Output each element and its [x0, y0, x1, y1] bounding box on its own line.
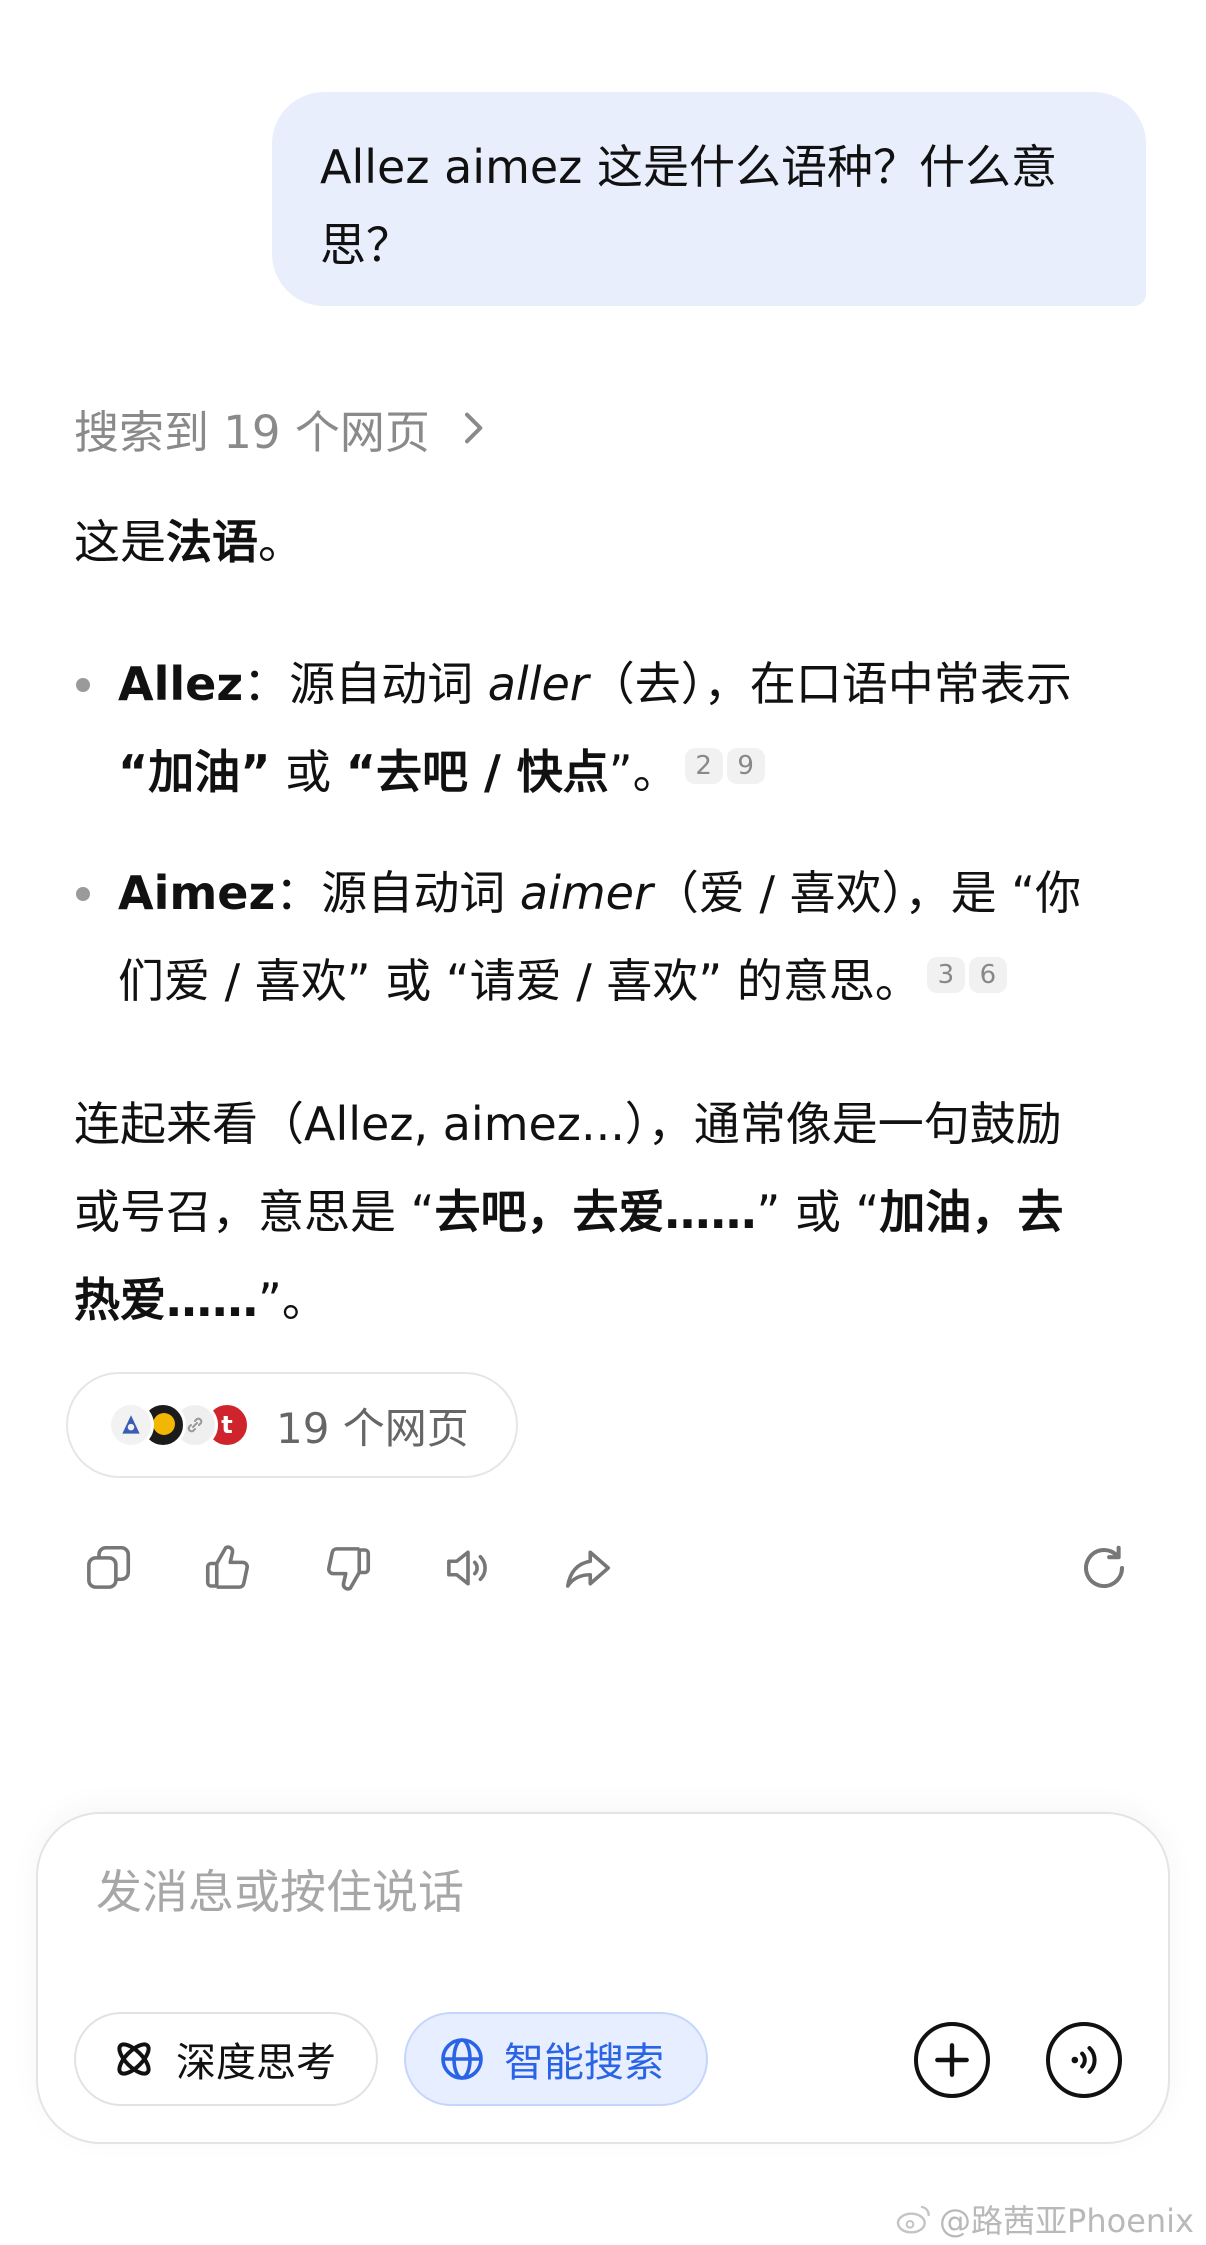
weibo-logo-icon [896, 2205, 930, 2234]
bullet-connector: 或 [270, 745, 346, 799]
sources-button[interactable]: t 19 个网页 [66, 1372, 518, 1478]
smart-search-label: 智能搜索 [504, 2040, 664, 2086]
bullet-separator: ：源自动词 [275, 866, 520, 920]
message-input[interactable] [94, 1862, 1054, 1922]
dislike-button[interactable] [316, 1536, 380, 1600]
conclusion-meaning: 去吧，去爱…… [434, 1185, 757, 1239]
quote-open: “ [345, 745, 376, 799]
sources-count-label: 19 个网页 [276, 1403, 469, 1453]
bullet-dot [76, 678, 90, 692]
smart-search-toggle[interactable]: 智能搜索 [404, 2012, 708, 2106]
bullet-line: 们爱 / 喜欢” 或 “请爱 / 喜欢” 的意思。 3 6 [118, 937, 1134, 1025]
bullet-verb: aller [487, 657, 589, 711]
voice-wave-icon [1071, 2046, 1097, 2074]
copy-icon [87, 1545, 131, 1589]
bullet-verb: aimer [519, 866, 653, 920]
conclusion-meaning: 加油，去 [879, 1185, 1064, 1239]
bullet-meaning: 去吧 / 快点 [375, 745, 609, 799]
citation-badge[interactable]: 6 [968, 957, 1007, 993]
share-button[interactable] [556, 1536, 620, 1600]
answer-bullet-allez: Allez：源自动词 aller（去），在口语中常表示 “加油” 或 “去吧 /… [74, 640, 1134, 816]
deep-think-label: 深度思考 [176, 2040, 336, 2086]
bullet-line: Aimez：源自动词 aimer（爱 / 喜欢），是 “你 [118, 849, 1134, 937]
message-composer: 深度思考 智能搜索 [36, 1812, 1170, 2144]
thumbs-down-icon [327, 1547, 371, 1591]
copy-button[interactable] [76, 1536, 140, 1600]
plus-icon [935, 2043, 969, 2077]
bullet-text: （去），在口语中常表示 [588, 657, 1072, 711]
answer-intro-suffix: 。 [258, 515, 304, 569]
answer-intro: 这是法语。 [74, 498, 1134, 586]
chevron-right-icon [452, 408, 492, 448]
answer-intro-prefix: 这是 [74, 515, 166, 569]
conclusion-line: 连起来看（Allez, aimez...），通常像是一句鼓励 [74, 1097, 1062, 1151]
conclusion-text: ” 或 “ [756, 1185, 880, 1239]
answer-conclusion: 连起来看（Allez, aimez...），通常像是一句鼓励 或号召，意思是 “… [74, 1080, 1134, 1344]
read-aloud-button[interactable] [436, 1536, 500, 1600]
watermark-text: @路茜亚Phoenix [939, 2202, 1194, 2240]
chat-screen: Allez aimez 这是什么语种？什么意 思？ 搜索到 19 个网页 这是法… [0, 0, 1206, 2245]
quote-open: “ [118, 745, 149, 799]
bullet-meaning: 加油 [148, 745, 241, 799]
regenerate-icon [1084, 1545, 1125, 1589]
citation-badge[interactable]: 3 [926, 957, 965, 993]
voice-input-button[interactable] [1046, 2022, 1122, 2098]
conclusion-text: 或号召，意思是 “ [74, 1185, 435, 1239]
regenerate-button[interactable] [1072, 1536, 1136, 1600]
share-icon [565, 1550, 611, 1588]
answer-bullet-aimez: Aimez：源自动词 aimer（爱 / 喜欢），是 “你 们爱 / 喜欢” 或… [74, 849, 1134, 1025]
user-message-bubble: Allez aimez 这是什么语种？什么意 思？ [272, 92, 1146, 306]
user-message-line-1: Allez aimez 这是什么语种？什么意 [320, 140, 1057, 194]
conclusion-line: 热爱……”。 [74, 1256, 1134, 1344]
citation-badge[interactable]: 9 [726, 748, 765, 784]
globe-icon [441, 2038, 483, 2080]
bullet-line: “加油” 或 “去吧 / 快点”。 2 9 [118, 728, 1134, 816]
bullet-text: （爱 / 喜欢），是 “你 [652, 866, 1082, 920]
bullet-line: Allez：源自动词 aller（去），在口语中常表示 [118, 640, 1134, 728]
message-actions [76, 1536, 1136, 1600]
speaker-icon [447, 1550, 487, 1586]
like-button[interactable] [196, 1536, 260, 1600]
bullet-term: Allez [118, 657, 244, 711]
conclusion-meaning: 热爱…… [74, 1273, 258, 1327]
conclusion-text: ”。 [258, 1273, 328, 1327]
quote-close: ” [240, 745, 271, 799]
atom-icon [117, 2042, 151, 2076]
add-attachment-button[interactable] [914, 2022, 990, 2098]
user-message-line-2: 思？ [320, 218, 412, 272]
site-logo-icon [108, 1402, 154, 1448]
bullet-separator: ：源自动词 [243, 657, 488, 711]
citation-badge[interactable]: 2 [684, 748, 723, 784]
thumbs-up-icon [205, 1545, 249, 1589]
deep-think-toggle[interactable]: 深度思考 [74, 2012, 378, 2106]
search-results-summary[interactable]: 搜索到 19 个网页 [74, 392, 492, 464]
bullet-dot [76, 887, 90, 901]
answer-intro-language: 法语 [166, 515, 258, 569]
bullet-term: Aimez [118, 866, 276, 920]
quote-close: ”。 [608, 745, 679, 799]
watermark: @路茜亚Phoenix [895, 2196, 1194, 2242]
conclusion-line: 或号召，意思是 “去吧，去爱……” 或 “加油，去 [74, 1168, 1134, 1256]
search-results-label: 搜索到 19 个网页 [74, 405, 430, 459]
bullet-text: 们爱 / 喜欢” 或 “请爱 / 喜欢” 的意思。 [118, 954, 921, 1008]
